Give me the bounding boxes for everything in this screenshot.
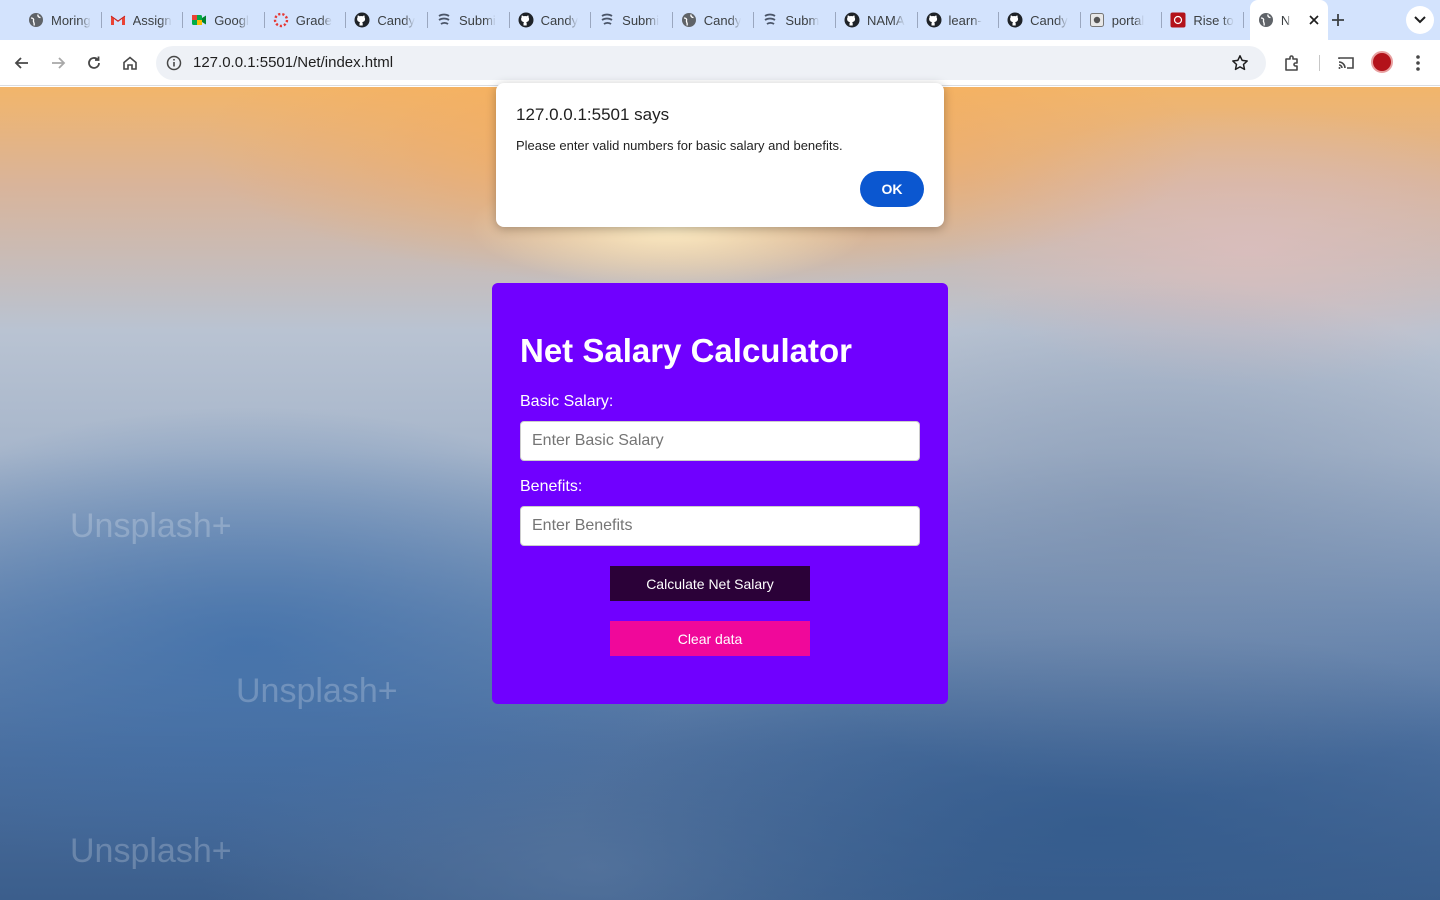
tab-title: portal [1111,12,1145,28]
calculate-net-salary-button[interactable]: Calculate Net Salary [610,566,810,601]
tab-title: Assign [132,12,172,28]
tab-title: Grade [295,12,332,28]
star-icon [1232,55,1248,71]
profile-avatar[interactable] [1371,51,1393,73]
cast-icon [1338,57,1354,69]
tab-title: NAMA [866,12,905,28]
github-icon [1007,12,1023,28]
background-watermark: Unsplash+ [236,672,398,710]
tab-title: Rise to [1193,12,1234,28]
toolbar-divider [1319,55,1320,71]
home-button[interactable] [116,49,144,77]
site-info-button[interactable] [162,51,186,75]
basic-salary-input[interactable] [520,421,920,461]
browser-tab[interactable]: Candy [999,0,1081,40]
browser-tab[interactable]: Googl [183,0,265,40]
tab-title: N [1280,12,1291,28]
basic-salary-label: Basic Salary: [520,393,614,410]
canvas-icon [436,12,452,28]
close-tab-icon[interactable] [1306,12,1322,28]
tab-title: Subm [785,12,820,28]
github-icon [926,12,942,28]
tab-list: Moring Assign Googl Grade Candy Submi Candy Sub… [20,0,1332,40]
loading-spinner-icon [273,12,289,28]
url-text: 127.0.0.1:5501/Net/index.html [193,54,394,71]
dialog-message: Please enter valid numbers for basic sal… [516,138,843,153]
extensions-button[interactable] [1278,49,1306,77]
tab-title: learn- [948,12,982,28]
address-bar[interactable]: 127.0.0.1:5501/Net/index.html [156,46,1266,80]
alert-dialog: 127.0.0.1:5501 says Please enter valid n… [496,83,944,227]
canvas-icon [599,12,615,28]
forward-button[interactable] [44,49,72,77]
tab-title: Submi [458,12,496,28]
browser-tab[interactable]: Candy [673,0,755,40]
tab-title: Candy [703,12,742,28]
more-vertical-icon [1416,55,1420,71]
tab-active[interactable]: N [1249,0,1328,40]
browser-tab[interactable]: Submi [591,0,673,40]
browser-toolbar: 127.0.0.1:5501/Net/index.html [0,40,1440,86]
reload-button[interactable] [80,49,108,77]
portal-icon [1089,12,1105,28]
bookmark-button[interactable] [1228,51,1252,75]
puzzle-icon [1285,55,1298,71]
calculator-title: Net Salary Calculator [520,332,852,369]
globe-icon [681,12,697,28]
tab-title: Submi [622,12,660,28]
browser-tab[interactable]: Rise to [1162,0,1244,40]
reload-icon [88,56,100,69]
benefits-label: Benefits: [520,478,583,495]
globe-icon [28,12,44,28]
benefits-input[interactable] [520,506,920,546]
browser-tab[interactable]: Assign [102,0,184,40]
info-icon [166,55,182,71]
back-button[interactable] [8,49,36,77]
background-watermark: Unsplash+ [70,507,232,545]
clear-data-button[interactable]: Clear data [610,621,810,656]
new-tab-button[interactable] [1326,9,1350,31]
browser-tab[interactable]: Subm [754,0,836,40]
dialog-ok-button[interactable]: OK [860,171,924,207]
dialog-title: 127.0.0.1:5501 says [516,105,670,124]
browser-tab[interactable]: Moring [20,0,102,40]
github-icon [844,12,860,28]
browser-tab[interactable]: learn- [918,0,1000,40]
tab-strip: Moring Assign Googl Grade Candy Submi Candy Sub… [0,0,1440,40]
github-icon [518,12,534,28]
google-meet-icon [191,12,207,28]
home-icon [123,56,137,70]
tab-title: Candy [540,12,579,28]
chevron-down-icon [1414,16,1426,24]
browser-menu-button[interactable] [1404,49,1432,77]
plus-icon [1332,14,1344,26]
browser-tab[interactable]: NAMA [836,0,918,40]
browser-tab[interactable]: Candy [346,0,428,40]
tab-title: Moring [51,12,91,28]
browser-tab[interactable]: Candy [510,0,592,40]
arrow-right-icon [52,57,66,69]
browser-tab[interactable]: portal [1081,0,1163,40]
tab-search-button[interactable] [1406,6,1434,34]
background-watermark: Unsplash+ [70,832,232,870]
tab-title: Googl [214,12,249,28]
github-icon [354,12,370,28]
globe-icon [1258,12,1274,28]
arrow-left-icon [14,57,28,69]
browser-tab[interactable]: Grade [265,0,347,40]
tab-title: Candy [1030,12,1068,28]
gmail-icon [110,12,126,28]
red-square-icon [1170,12,1186,28]
canvas-icon [762,12,778,28]
cast-button[interactable] [1332,49,1360,77]
browser-tab[interactable]: Submi [428,0,510,40]
tab-title: Candy [377,12,415,28]
calculator-card: Net Salary Calculator Basic Salary: Bene… [492,283,948,704]
